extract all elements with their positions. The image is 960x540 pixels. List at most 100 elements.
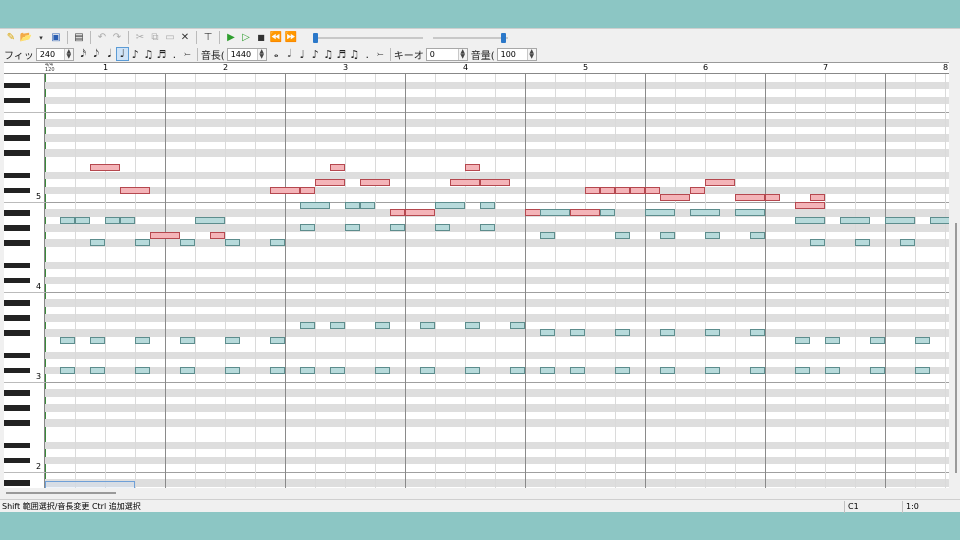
- note[interactable]: [225, 336, 240, 344]
- selected-note[interactable]: [150, 231, 180, 239]
- selected-note[interactable]: [270, 186, 300, 194]
- range-selection[interactable]: [45, 481, 135, 488]
- selected-note[interactable]: [810, 194, 825, 201]
- redo-icon[interactable]: ↷: [110, 31, 124, 45]
- note[interactable]: [600, 209, 615, 216]
- selected-note[interactable]: [465, 164, 480, 171]
- note[interactable]: [735, 209, 765, 216]
- spinner-arrows-icon[interactable]: ▲ ▼: [256, 48, 266, 60]
- note[interactable]: [885, 216, 915, 224]
- note[interactable]: [510, 366, 525, 374]
- note[interactable]: [225, 366, 240, 374]
- note[interactable]: [870, 366, 885, 374]
- position-slider-track[interactable]: [313, 37, 423, 39]
- selected-note[interactable]: [705, 179, 735, 186]
- selected-note[interactable]: [300, 186, 315, 194]
- fit-value[interactable]: 240: [37, 50, 64, 59]
- note[interactable]: [480, 201, 495, 209]
- note[interactable]: [855, 239, 870, 246]
- black-piano-key[interactable]: [4, 315, 30, 321]
- note[interactable]: [90, 366, 105, 374]
- black-piano-key[interactable]: [4, 225, 30, 231]
- black-piano-key[interactable]: [4, 352, 30, 358]
- note[interactable]: [810, 239, 825, 246]
- selected-note[interactable]: [120, 186, 150, 194]
- note[interactable]: [660, 366, 675, 374]
- selected-note[interactable]: [315, 179, 345, 186]
- selected-note[interactable]: [585, 186, 600, 194]
- selected-note[interactable]: [690, 186, 705, 194]
- key-offset-value[interactable]: 0: [427, 50, 458, 59]
- note[interactable]: [540, 231, 555, 239]
- selected-note[interactable]: [600, 186, 615, 194]
- note[interactable]: [60, 366, 75, 374]
- selected-note[interactable]: [210, 231, 225, 239]
- tie-toggle[interactable]: ⤚: [181, 49, 194, 59]
- selected-note[interactable]: [90, 164, 120, 171]
- note[interactable]: [420, 366, 435, 374]
- black-piano-key[interactable]: [4, 457, 30, 463]
- thirty-second-note-icon[interactable]: ♬: [335, 48, 348, 61]
- note[interactable]: [900, 239, 915, 246]
- play-from-cursor-icon[interactable]: ▷: [239, 31, 253, 45]
- note[interactable]: [330, 321, 345, 329]
- note[interactable]: [60, 336, 75, 344]
- black-piano-key[interactable]: [4, 262, 30, 268]
- selected-note[interactable]: [405, 209, 435, 216]
- note[interactable]: [120, 216, 135, 224]
- note[interactable]: [345, 224, 360, 231]
- note[interactable]: [615, 329, 630, 336]
- horizontal-scrollbar[interactable]: [4, 488, 949, 499]
- note[interactable]: [915, 366, 930, 374]
- note[interactable]: [270, 239, 285, 246]
- note[interactable]: [90, 336, 105, 344]
- black-piano-key[interactable]: [4, 442, 30, 448]
- selected-note[interactable]: [765, 194, 780, 201]
- export-icon[interactable]: ▤: [72, 31, 86, 45]
- note[interactable]: [705, 329, 720, 336]
- save-icon[interactable]: ▣: [49, 31, 63, 45]
- spinner-arrows-icon[interactable]: ▲ ▼: [526, 48, 536, 60]
- selected-note[interactable]: [390, 209, 405, 216]
- note[interactable]: [795, 366, 810, 374]
- note[interactable]: [825, 366, 840, 374]
- eighth-note-icon[interactable]: 𝅘𝅥𝅮: [90, 47, 103, 61]
- note[interactable]: [195, 216, 225, 224]
- note[interactable]: [60, 216, 75, 224]
- copy-icon[interactable]: ⧉: [148, 31, 162, 45]
- selected-note[interactable]: [330, 164, 345, 171]
- note[interactable]: [375, 321, 390, 329]
- position-slider-thumb[interactable]: [313, 33, 318, 43]
- note[interactable]: [660, 231, 675, 239]
- note[interactable]: [795, 336, 810, 344]
- selected-note[interactable]: [645, 186, 660, 194]
- black-piano-key[interactable]: [4, 240, 30, 246]
- length-value[interactable]: 1440: [228, 50, 257, 59]
- black-piano-key[interactable]: [4, 135, 30, 141]
- black-piano-key[interactable]: [4, 367, 30, 373]
- note[interactable]: [825, 336, 840, 344]
- vertical-scroll-thumb[interactable]: [955, 223, 957, 473]
- note[interactable]: [870, 336, 885, 344]
- stop-icon[interactable]: ■: [254, 31, 268, 45]
- note[interactable]: [480, 224, 495, 231]
- selected-note[interactable]: [570, 209, 600, 216]
- note[interactable]: [750, 366, 765, 374]
- spinner-arrows-icon[interactable]: ▲ ▼: [63, 48, 73, 60]
- note[interactable]: [690, 209, 720, 216]
- key-offset-spinner[interactable]: 0 ▲ ▼: [425, 47, 468, 61]
- rewind-icon[interactable]: ⏪: [269, 31, 283, 45]
- new-file-icon[interactable]: ✎: [4, 31, 18, 45]
- note[interactable]: [750, 329, 765, 336]
- black-piano-key[interactable]: [4, 97, 30, 103]
- note[interactable]: [135, 239, 150, 246]
- note[interactable]: [135, 366, 150, 374]
- note[interactable]: [645, 209, 675, 216]
- eighth-note-icon[interactable]: ♪: [309, 48, 322, 61]
- note[interactable]: [615, 366, 630, 374]
- black-piano-key[interactable]: [4, 210, 30, 216]
- selected-note[interactable]: [795, 201, 825, 209]
- note[interactable]: [300, 224, 315, 231]
- note[interactable]: [570, 366, 585, 374]
- half-note-icon[interactable]: 𝅗𝅥: [283, 47, 296, 61]
